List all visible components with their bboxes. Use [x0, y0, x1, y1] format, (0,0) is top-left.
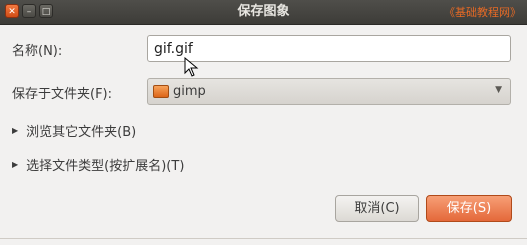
- browse-folders-expander[interactable]: ▶ 浏览其它文件夹(B): [12, 121, 136, 140]
- folder-label: 保存于文件夹(F):: [12, 87, 113, 102]
- chevron-down-icon: ▼: [495, 85, 502, 95]
- dialog-bottom-divider: [0, 238, 527, 239]
- folder-dropdown[interactable]: gimp ▼: [147, 78, 511, 105]
- folder-icon: [153, 85, 169, 98]
- file-type-expander[interactable]: ▶ 选择文件类型(按扩展名)(T): [12, 155, 184, 174]
- browse-folders-label: 浏览其它文件夹(B): [26, 125, 137, 140]
- cancel-button[interactable]: 取消(C): [335, 195, 419, 222]
- expander-triangle-icon: ▶: [12, 126, 19, 135]
- window-titlebar: ✕ – □ 保存图象 《基础教程网》: [0, 0, 527, 25]
- name-label: 名称(N):: [12, 44, 63, 59]
- mouse-cursor-icon: [184, 57, 199, 77]
- save-button[interactable]: 保存(S): [426, 195, 512, 222]
- folder-dropdown-value: gimp: [173, 84, 206, 99]
- watermark-text: 《基础教程网》: [444, 6, 521, 19]
- expander-triangle-icon: ▶: [12, 160, 19, 169]
- file-type-label: 选择文件类型(按扩展名)(T): [26, 159, 185, 174]
